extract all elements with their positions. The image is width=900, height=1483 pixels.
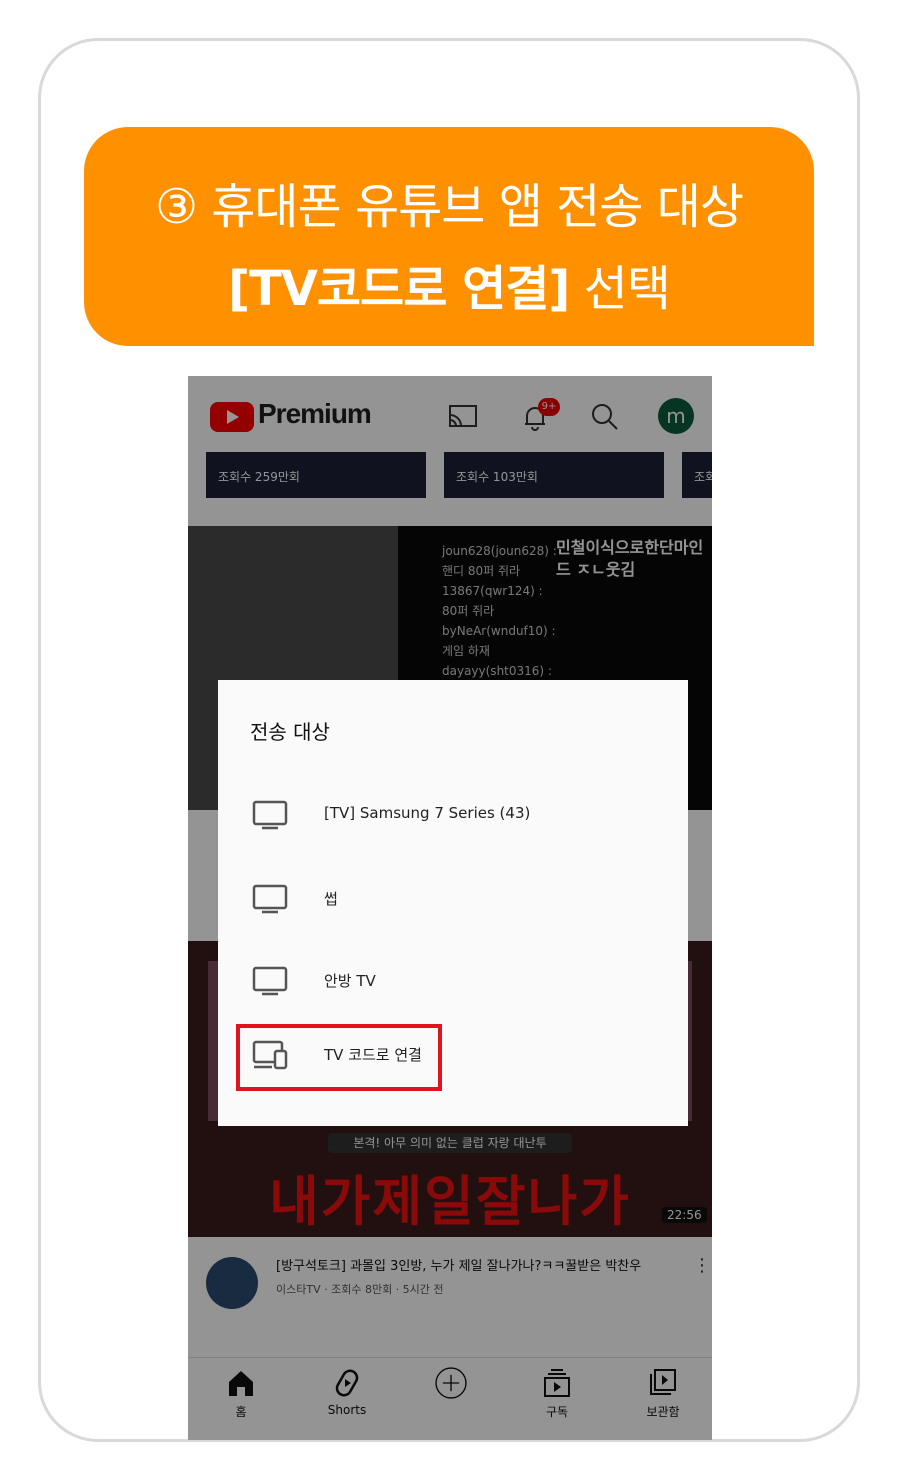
dialog-title: 전송 대상 xyxy=(250,720,330,744)
tv-icon xyxy=(252,966,288,996)
cast-option-label: 썹 xyxy=(324,890,338,908)
tv-icon xyxy=(252,884,288,914)
banner-rest: 선택 xyxy=(569,261,671,317)
cast-option-samsung[interactable]: [TV] Samsung 7 Series (43) xyxy=(252,790,672,840)
cast-option-label: 안방 TV xyxy=(324,972,376,990)
instruction-banner: ③ 휴대폰 유튜브 앱 전송 대상 [TV코드로 연결] 선택 xyxy=(84,127,814,346)
tv-icon xyxy=(252,800,288,830)
cast-option-ssub[interactable]: 썹 xyxy=(252,874,672,924)
phone-screen: Premium 9+ m 조회수 259만회 조회수 103만회 조회 민철이식… xyxy=(188,376,712,1440)
highlight-box xyxy=(236,1024,442,1091)
banner-highlight: [TV코드로 연결] xyxy=(228,261,570,317)
cast-option-label: [TV] Samsung 7 Series (43) xyxy=(324,804,531,822)
banner-line-2: [TV코드로 연결] 선택 xyxy=(84,249,814,319)
cast-option-bedroom-tv[interactable]: 안방 TV xyxy=(252,956,672,1006)
banner-line-1: ③ 휴대폰 유튜브 앱 전송 대상 xyxy=(154,179,744,235)
